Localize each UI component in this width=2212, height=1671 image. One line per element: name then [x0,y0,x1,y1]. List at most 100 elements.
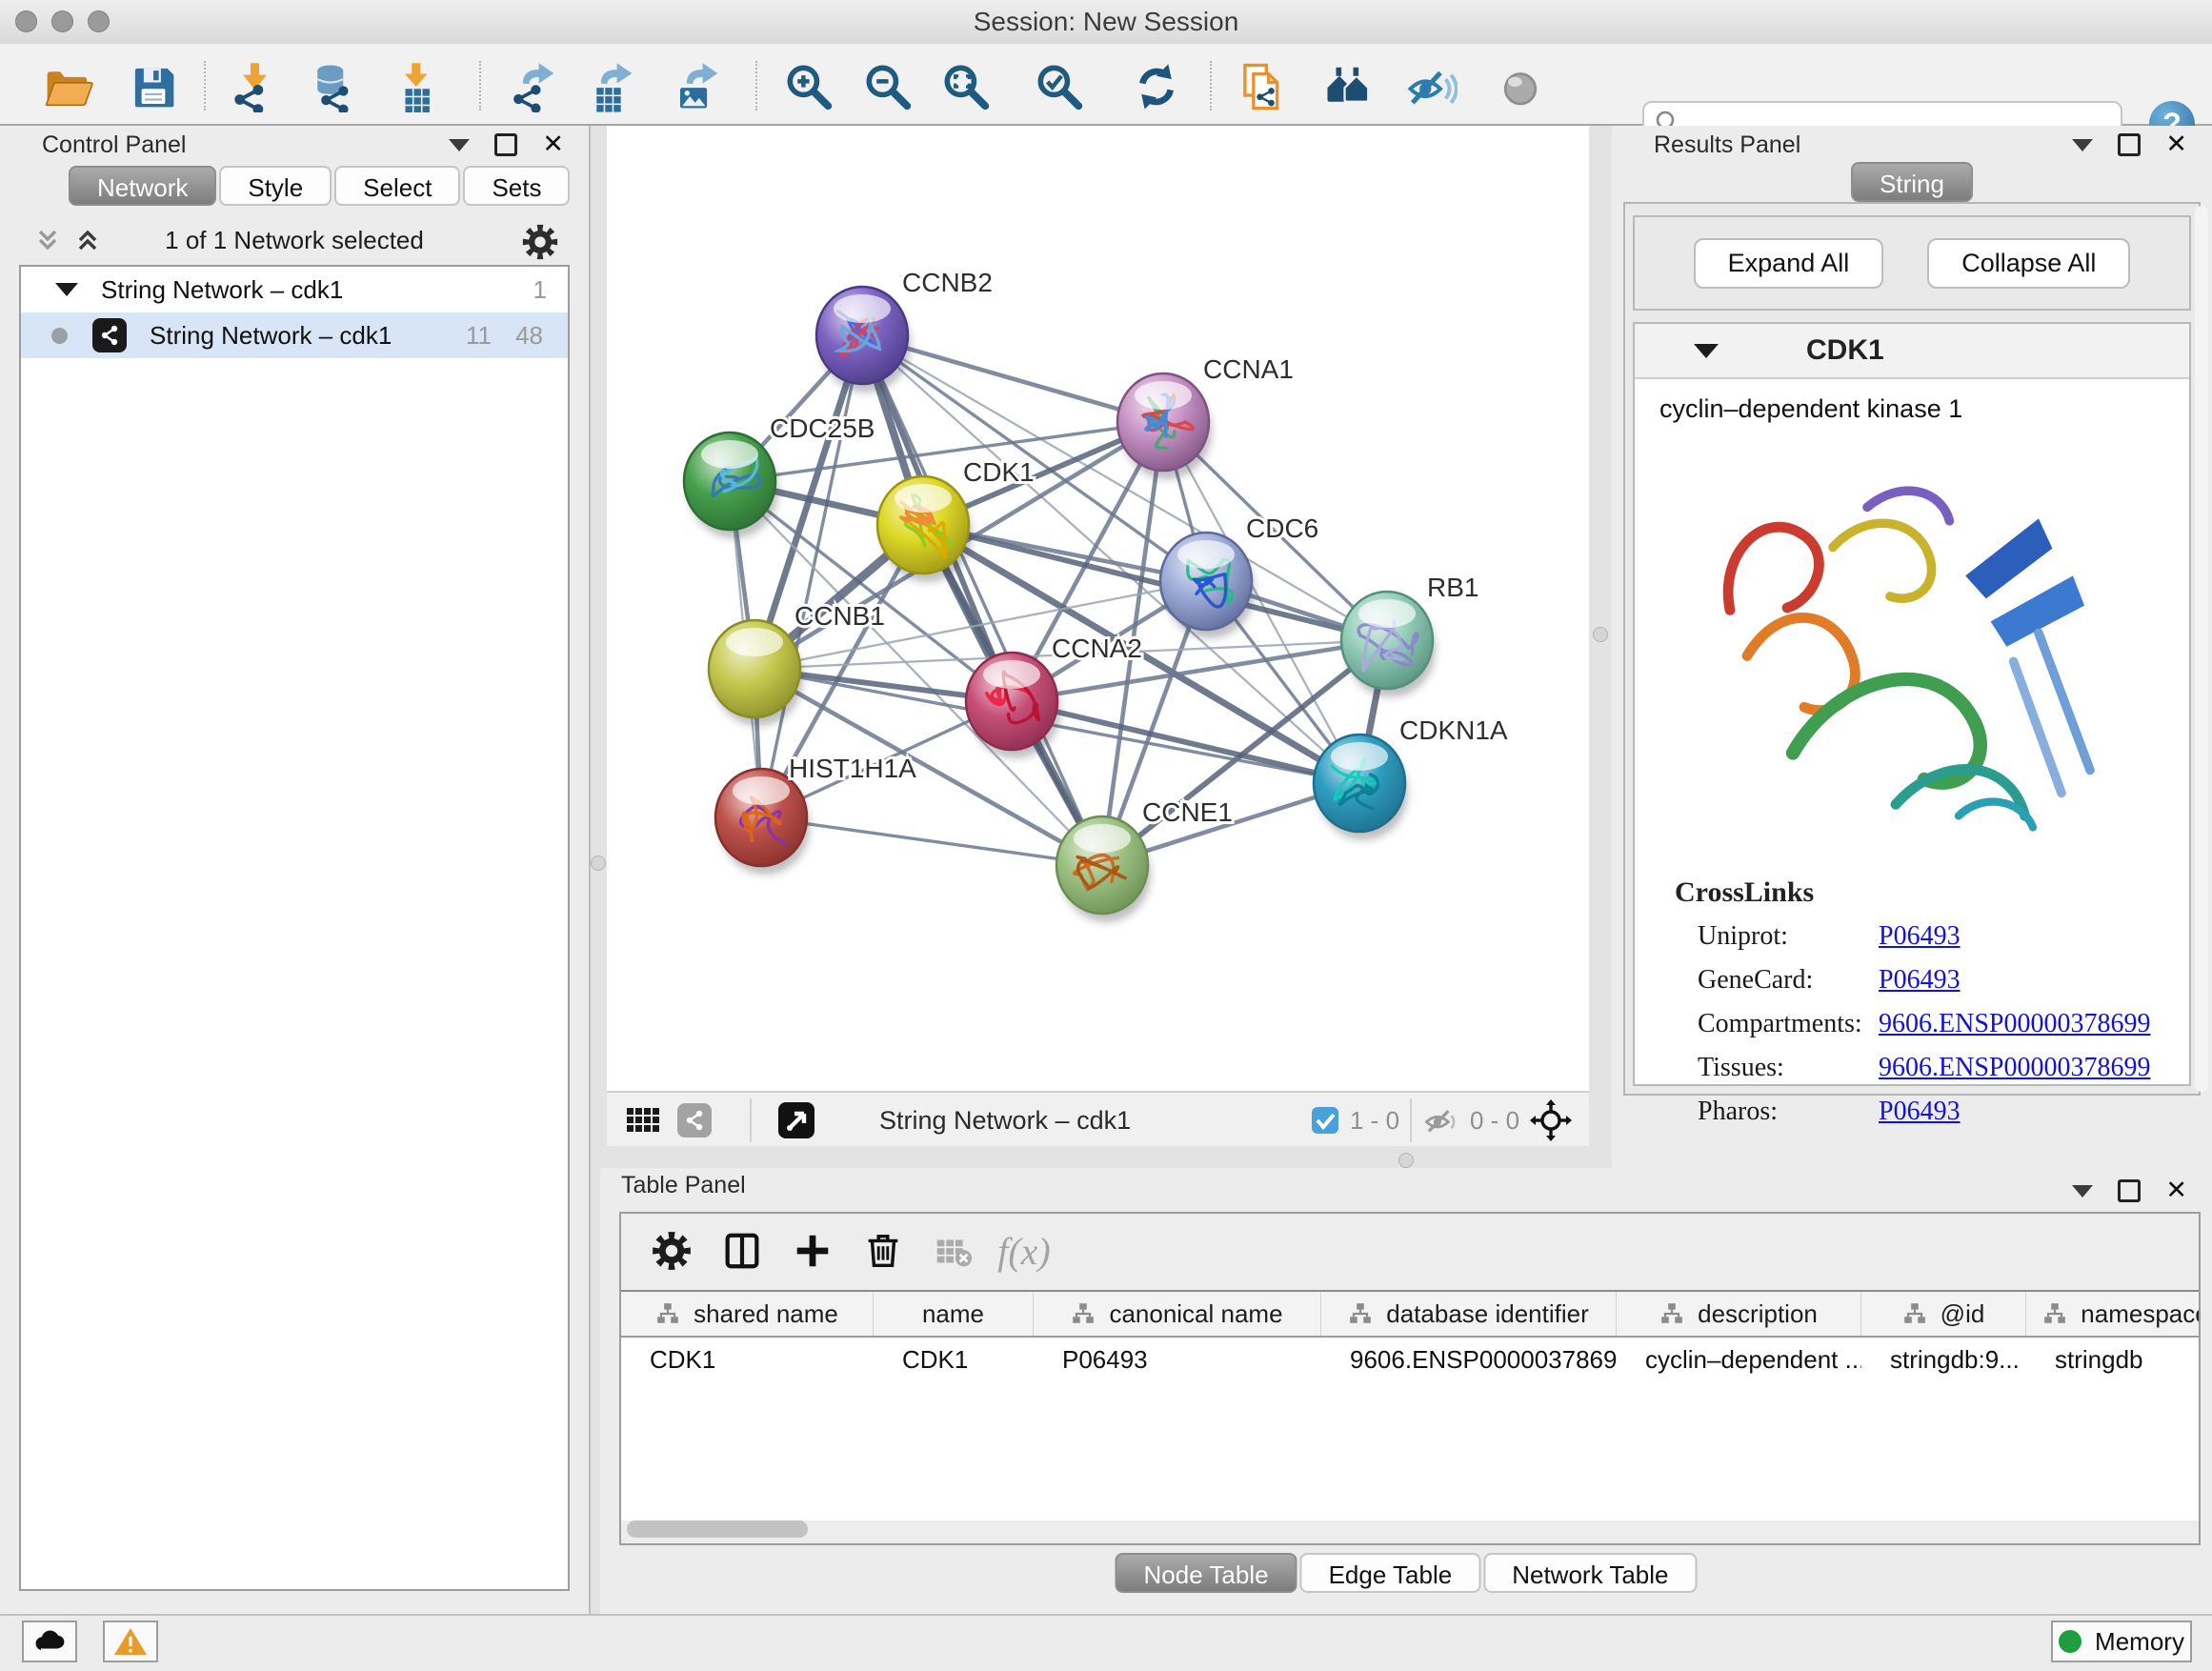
column-header-id[interactable]: @id [1861,1292,2026,1336]
tab-sets[interactable]: Sets [463,166,570,206]
memory-status-dot [2059,1630,2081,1653]
panel-close-icon[interactable]: ✕ [2165,135,2187,154]
import-table-from-file-button[interactable] [388,57,449,116]
import-network-from-database-button[interactable] [302,57,363,116]
import-network-from-file-button[interactable] [220,57,281,116]
hidden-ratio: 0 - 0 [1470,1106,1519,1136]
network-node-CCNB2[interactable] [816,287,911,393]
network-node-CDKN1A[interactable] [1314,735,1408,840]
cloud-status-button[interactable] [22,1621,77,1662]
horizontal-divider-handle[interactable] [1398,1153,1414,1168]
network-node-CDC25B[interactable] [684,433,778,538]
results-scrollbar[interactable] [2195,206,2208,1092]
gene-entry-header[interactable]: CDK1 [1635,324,2189,379]
zoom-in-button[interactable] [778,57,839,116]
zoom-out-button[interactable] [857,57,918,116]
panel-float-icon[interactable] [2118,133,2141,156]
table-row[interactable]: CDK1CDK1P064939606.ENSP00000378699cyclin… [621,1338,2199,1381]
zoom-selected-button[interactable] [1029,57,1090,116]
crosslink-link[interactable]: 9606.ENSP00000378699 [1879,1009,2150,1039]
tab-style[interactable]: Style [219,166,332,206]
tab-network[interactable]: Network [69,166,216,206]
network-node-CCNA2[interactable] [966,653,1060,758]
network-node-label-CCNA2: CCNA2 [1052,634,1142,663]
left-divider-handle[interactable] [591,856,606,871]
zoom-fit-content-button[interactable] [935,57,996,116]
delete-table-icon[interactable] [918,1222,989,1279]
warnings-button[interactable] [103,1621,158,1662]
column-header-shared-name[interactable]: shared name [621,1292,874,1336]
table-type-tabs: Node TableEdge TableNetwork Table [1116,1553,1698,1593]
add-annotation-button[interactable] [1233,57,1294,116]
collection-expand-icon[interactable] [55,283,78,296]
show-hidden-button[interactable] [1490,57,1551,116]
crosslink-link[interactable]: P06493 [1879,921,1961,952]
show-all-networks-button[interactable] [1318,57,1379,116]
birdseye-view-icon[interactable] [776,1101,816,1139]
function-builder-icon[interactable]: f(x) [989,1222,1059,1279]
add-column-icon[interactable] [777,1222,848,1279]
expand-all-button[interactable]: Expand All [1694,238,1884,289]
network-node-CDC6[interactable] [1160,533,1255,638]
table-horizontal-scrollbar[interactable] [627,1520,808,1538]
tab-edge-table[interactable]: Edge Table [1300,1553,1481,1593]
crosslink-link[interactable]: 9606.ENSP00000378699 [1879,1053,2150,1083]
crosslink-label: Tissues: [1698,1053,1879,1083]
hidden-elements-indicator[interactable]: 0 - 0 [1422,1101,1519,1139]
panel-close-icon[interactable]: ✕ [542,135,564,154]
panel-menu-icon[interactable] [2072,1185,2093,1198]
network-node-CCNB1[interactable] [709,620,803,726]
tab-network-table[interactable]: Network Table [1483,1553,1697,1593]
refresh-view-button[interactable] [1126,57,1187,116]
memory-button[interactable]: Memory [2051,1621,2192,1662]
status-bar: Memory [0,1614,2212,1671]
entry-collapse-icon[interactable] [1694,344,1719,358]
network-row[interactable]: String Network – cdk1 11 48 [21,312,568,358]
network-node-RB1[interactable] [1341,592,1436,697]
node-gloss-highlight [1074,824,1131,853]
crosslink-row: Tissues:9606.ENSP00000378699 [1635,1046,2189,1090]
panel-menu-icon[interactable] [2072,139,2093,151]
tab-node-table[interactable]: Node Table [1116,1553,1297,1593]
panel-menu-icon[interactable] [449,139,470,151]
network-view-icon[interactable] [677,1101,712,1139]
panel-float-icon[interactable] [494,133,517,156]
delete-column-icon[interactable] [848,1222,918,1279]
crosslink-link[interactable]: P06493 [1879,965,1961,996]
column-header-canonical-name[interactable]: canonical name [1034,1292,1321,1336]
collapse-all-button[interactable]: Collapse All [1927,238,2130,289]
save-session-button[interactable] [123,57,184,116]
grid-view-icon[interactable] [624,1101,660,1139]
toolbar-separator [1410,1098,1412,1142]
export-image-button[interactable] [667,57,728,116]
show-columns-icon[interactable] [707,1222,777,1279]
network-node-CCNE1[interactable] [1056,816,1151,922]
fit-selected-icon[interactable] [1529,1101,1573,1139]
expand-all-icon[interactable] [72,225,103,260]
selected-nodes-indicator[interactable]: 1 - 0 [1310,1101,1399,1139]
column-header-database-identifier[interactable]: database identifier [1321,1292,1617,1336]
network-node-CDK1[interactable] [877,476,972,582]
table-settings-gear-icon[interactable] [636,1222,707,1279]
right-divider-handle[interactable] [1593,627,1608,642]
open-session-button[interactable] [37,57,98,116]
column-header-description[interactable]: description [1617,1292,1861,1336]
export-network-button[interactable] [503,57,564,116]
panel-float-icon[interactable] [2118,1179,2141,1202]
network-node-HIST1H1A[interactable] [715,769,810,875]
panel-close-icon[interactable]: ✕ [2165,1181,2187,1200]
column-label: database identifier [1386,1299,1588,1329]
export-table-button[interactable] [581,57,642,116]
tab-select[interactable]: Select [334,166,460,206]
crosslink-link[interactable]: P06493 [1879,1097,1961,1127]
tab-string[interactable]: String [1851,162,1973,202]
network-options-gear-icon[interactable] [520,222,560,267]
network-collection-row[interactable]: String Network – cdk1 1 [21,267,568,312]
network-node-CCNA1[interactable] [1117,373,1212,479]
column-header-namespace[interactable]: namespace [2026,1292,2199,1336]
export-network-icon [508,61,559,112]
collapse-all-icon[interactable] [32,225,63,260]
column-header-name[interactable]: name [874,1292,1034,1336]
network-canvas[interactable]: CCNB2CCNA1CDC25BCDK1CDC6RB1CCNB1CCNA2CDK… [607,126,1589,1091]
hide-selected-button[interactable] [1401,57,1462,116]
